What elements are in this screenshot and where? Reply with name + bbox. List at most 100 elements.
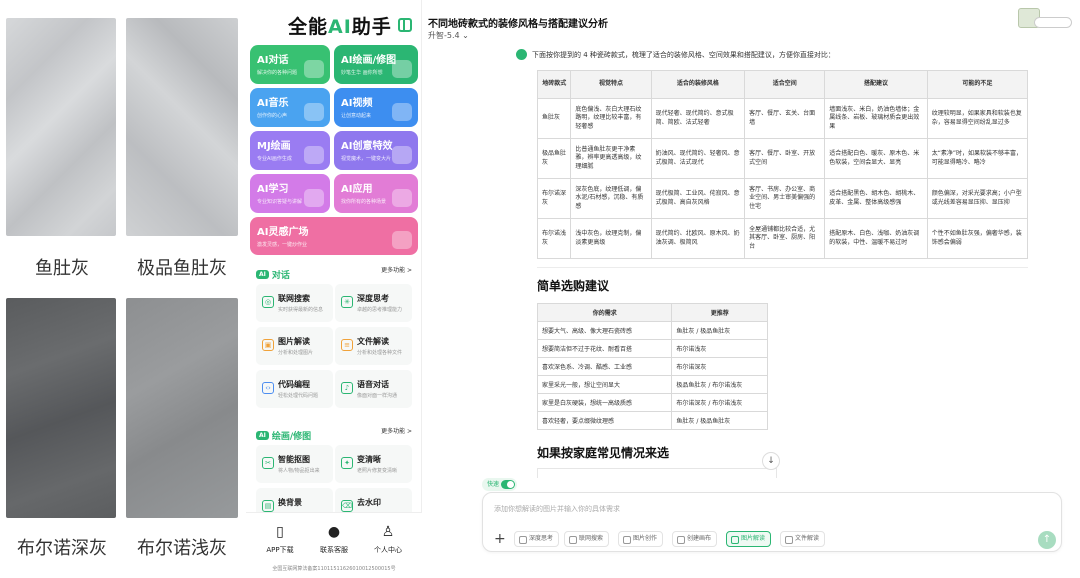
- table-cell: 现代简约、北欧风、原木风、奶油灰调、极简风: [650, 218, 746, 259]
- card-illustration-icon: [304, 103, 324, 121]
- feature-card-2[interactable]: AI音乐 创作你的心声: [250, 88, 330, 127]
- feature-item[interactable]: ◎ 联网搜索 实时获得最新的信息: [256, 284, 333, 322]
- table-cell: 奶油风、现代简约、轻奢风、意式极简、法式现代: [650, 138, 746, 179]
- feature-card-3[interactable]: AI视频 让创意动起来: [334, 88, 418, 127]
- table-header-cell: 更推荐: [671, 303, 768, 322]
- section-divider: [537, 267, 1028, 268]
- table-header-cell: 地砖款式: [536, 70, 572, 99]
- feature-title: 文件解读: [357, 337, 389, 346]
- feature-title: 深度思考: [357, 294, 389, 303]
- feature-title: 联网搜索: [278, 294, 310, 303]
- feature-card-5[interactable]: AI创意特效 视觉魔术，一键变大片: [334, 131, 418, 170]
- selection-table: 你的需求 更推荐 想要大气、高级、像大理石瓷砖感 鱼肚灰 / 极品鱼肚灰 想要简洁但不…: [536, 303, 768, 430]
- app-logo: 全能AI助手: [288, 12, 392, 39]
- tool-button[interactable]: 文件解读: [780, 531, 826, 547]
- bottom-nav-label: 个人中心: [374, 546, 402, 554]
- table-cell: 搭配原木、白色、浅咖、奶油灰调的软装，中性、温暖不易过时: [824, 218, 928, 259]
- feature-card-4[interactable]: MJ绘画 专业AI画作生成: [250, 131, 330, 170]
- table-cell: 深灰色底，纹理低调，偏水泥/石材感，沉稳、有质感: [570, 178, 652, 219]
- send-button[interactable]: ↑: [1038, 531, 1056, 549]
- feature-card-0[interactable]: AI对话 解决你的各种问题: [250, 45, 330, 84]
- support-avatar-icon: ●: [327, 524, 341, 540]
- tile-caption: 布尔诺浅灰: [137, 538, 227, 559]
- tool-button[interactable]: 深度思考: [514, 531, 560, 547]
- card-illustration-icon: [392, 146, 412, 164]
- header-pill-button[interactable]: [1034, 17, 1072, 28]
- table-cell: 布尔诺浅灰: [671, 339, 768, 358]
- card-title: AI灵感广场: [257, 227, 309, 238]
- bottom-nav-item[interactable]: ♙ 个人中心: [363, 523, 413, 555]
- tool-button[interactable]: 图片创作: [618, 531, 664, 547]
- logo-text-ai: AI: [328, 16, 352, 38]
- feature-title: 变清晰: [357, 455, 381, 464]
- bottom-nav-label: 联系客服: [320, 546, 348, 554]
- fast-mode-toggle[interactable]: 快速: [482, 478, 518, 491]
- section-title: 对话: [271, 271, 290, 281]
- feature-title: 换背景: [278, 498, 302, 507]
- fast-mode-label: 快速: [487, 481, 500, 488]
- heading-selection: 简单选购建议: [537, 279, 610, 293]
- table-cell: 家里是白灰硬装，想统一高级质感: [536, 393, 673, 412]
- table-header-cell: 搭配建议: [824, 70, 928, 99]
- heading-family: 如果按家庭常见情况来选: [537, 446, 670, 460]
- feature-title: 智能抠图: [278, 455, 310, 464]
- feature-item[interactable]: ♪ 语音对话 像面对面一样沟通: [335, 370, 412, 408]
- tool-button[interactable]: 联网搜索: [564, 531, 610, 547]
- bottom-nav-item[interactable]: ● 联系客服: [309, 523, 359, 555]
- card-illustration-icon: [392, 60, 412, 78]
- sparkle-icon: ✦: [341, 457, 353, 469]
- plus-icon[interactable]: +: [494, 531, 506, 547]
- card-illustration-icon: [304, 189, 324, 207]
- scroll-down-icon[interactable]: ↓: [762, 452, 780, 470]
- feature-title: 语音对话: [357, 380, 389, 389]
- feature-card-1[interactable]: AI绘画/修图 妙笔生华 画你所想: [334, 45, 418, 84]
- feature-subtitle: 分析和处理图片: [278, 350, 314, 356]
- table-cell: 现代极简、工业风、侘寂风、意式极简、高自灰风格: [650, 178, 746, 219]
- tool-button[interactable]: 图片解读: [726, 531, 772, 547]
- table-row: 鱼肚灰 底色偏浅、灰白大理石纹路明，纹理比较丰富，有轻奢感 现代轻奢、现代简约、意式…: [536, 98, 1029, 139]
- feature-item[interactable]: ‹› 代码编程 轻松处理代码问题: [256, 370, 333, 408]
- table-cell: 太“素净”时，如果软装不够丰富，可能显得略冷、略冷: [926, 138, 1029, 179]
- more-features-link[interactable]: 更多功能 >: [381, 426, 412, 435]
- feature-item[interactable]: ✂ 智能抠图 将人物/物品抠出来: [256, 445, 333, 483]
- background-icon: ▤: [262, 500, 274, 512]
- tool-button[interactable]: 创建画布: [672, 531, 718, 547]
- table-cell: 鱼肚灰 / 极品鱼肚灰: [671, 411, 768, 430]
- feature-card-7[interactable]: AI应用 找你所有的各种场景: [334, 174, 418, 213]
- feature-item[interactable]: ▣ 图片解读 分析和处理图片: [256, 327, 333, 365]
- truncated-table: [537, 468, 777, 478]
- feature-item[interactable]: ✳ 深度思考 卓越的思考推理能力: [335, 284, 412, 322]
- table-cell: 颜色偏深，对采光要求高；小户型或光线差容易显压抑、显压抑: [926, 178, 1029, 219]
- table-cell: 客厅、餐厅、卧室、开放式空间: [744, 138, 826, 179]
- card-illustration-icon: [392, 103, 412, 121]
- card-illustration-icon: [304, 60, 324, 78]
- feature-item[interactable]: ✦ 变清晰 老照片修复变清晰: [335, 445, 412, 483]
- bottom-nav-label: APP下载: [266, 546, 294, 554]
- card-illustration-icon: [304, 146, 324, 164]
- table-row: 想要大气、高级、像大理石瓷砖感 鱼肚灰 / 极品鱼肚灰: [536, 321, 768, 340]
- table-row: 布尔诺浅灰 浅中灰色，纹理克制，偏淡素更高级 现代简约、北欧风、原木风、奶油灰调、极…: [536, 218, 1029, 259]
- feature-item[interactable]: ≡ 文件解读 分析和处理各种文件: [335, 327, 412, 365]
- eraser-icon: ⌫: [341, 500, 353, 512]
- feature-title: 去水印: [357, 498, 381, 507]
- message-input[interactable]: 添加你想解读的图片并输入你的具体需求: [494, 504, 620, 514]
- tile-samples-panel: 鱼肚灰 极品鱼肚灰 布尔诺深灰 布尔诺浅灰: [0, 0, 246, 578]
- table-row: 家里采光一般，想让空间显大 极品鱼肚灰 / 布尔诺浅灰: [536, 375, 768, 394]
- table-cell: 喜欢深色系、冷调、酷感、工业感: [536, 357, 673, 376]
- feature-subtitle: 像面对面一样沟通: [357, 393, 398, 399]
- file-icon: ≡: [341, 339, 353, 351]
- model-selector[interactable]: 升智-5.4 ⌄: [428, 30, 469, 41]
- image-icon: ▣: [262, 339, 274, 351]
- toggle-knob: [501, 480, 516, 489]
- more-features-link[interactable]: 更多功能 >: [381, 265, 412, 274]
- user-icon: ♙: [381, 524, 395, 540]
- table-header-cell: 适合的装修风格: [650, 70, 746, 99]
- logo-text-suffix: 助手: [351, 16, 392, 38]
- feature-subtitle: 实时获得最新的信息: [278, 307, 324, 313]
- code-icon: ‹›: [262, 382, 274, 394]
- table-header-cell: 可能的不足: [926, 70, 1029, 99]
- feature-card-6[interactable]: AI学习 专业知识答疑与讲解: [250, 174, 330, 213]
- sidebar-toggle-icon[interactable]: [398, 18, 412, 32]
- bottom-nav-item[interactable]: ▯ APP下载: [255, 523, 305, 555]
- feature-card-8[interactable]: AI灵感广场 激发灵感，一键炒作业: [250, 217, 418, 255]
